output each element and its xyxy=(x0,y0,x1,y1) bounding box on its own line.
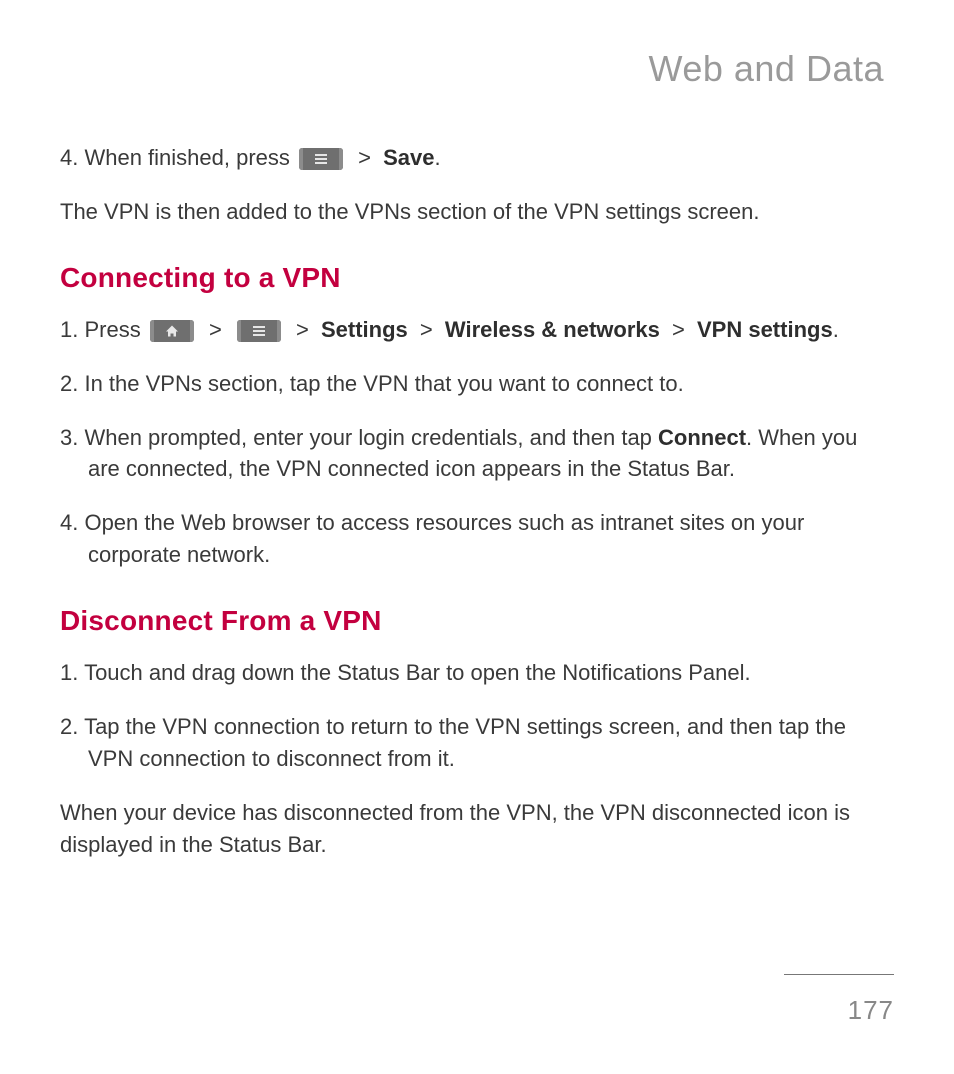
footer-rule xyxy=(784,974,894,975)
connect-step-3: 3. When prompted, enter your login crede… xyxy=(60,422,894,486)
separator: > xyxy=(290,317,321,342)
vpn-settings-label: VPN settings xyxy=(697,317,833,342)
menu-key-icon xyxy=(299,148,343,170)
separator: > xyxy=(203,317,234,342)
connect-step-1: 1. Press > > Settings > Wireless & netwo… xyxy=(60,314,894,346)
separator: > xyxy=(352,145,383,170)
page-header: Web and Data xyxy=(60,48,894,90)
connect-step-4: 4. Open the Web browser to access resour… xyxy=(60,507,894,571)
disconnect-following: When your device has disconnected from t… xyxy=(60,797,894,861)
home-key-icon xyxy=(150,320,194,342)
connect-step-2: 2. In the VPNs section, tap the VPN that… xyxy=(60,368,894,400)
intro-following: The VPN is then added to the VPNs sectio… xyxy=(60,196,894,228)
disconnect-step-1: 1. Touch and drag down the Status Bar to… xyxy=(60,657,894,689)
text: 1. Press xyxy=(60,317,147,342)
text: 3. When prompted, enter your login crede… xyxy=(60,425,658,450)
separator: > xyxy=(414,317,445,342)
period: . xyxy=(833,317,839,342)
disconnect-step-2: 2. Tap the VPN connection to return to t… xyxy=(60,711,894,775)
heading-connecting: Connecting to a VPN xyxy=(60,262,894,294)
connect-label: Connect xyxy=(658,425,746,450)
page-footer: 177 xyxy=(784,974,894,1026)
period: . xyxy=(435,145,441,170)
heading-disconnect: Disconnect From a VPN xyxy=(60,605,894,637)
text: 4. When finished, press xyxy=(60,145,296,170)
settings-label: Settings xyxy=(321,317,408,342)
wireless-label: Wireless & networks xyxy=(445,317,660,342)
menu-key-icon xyxy=(237,320,281,342)
save-label: Save xyxy=(383,145,434,170)
separator: > xyxy=(666,317,697,342)
intro-step-4: 4. When finished, press > Save. xyxy=(60,142,894,174)
page-number: 177 xyxy=(784,995,894,1026)
